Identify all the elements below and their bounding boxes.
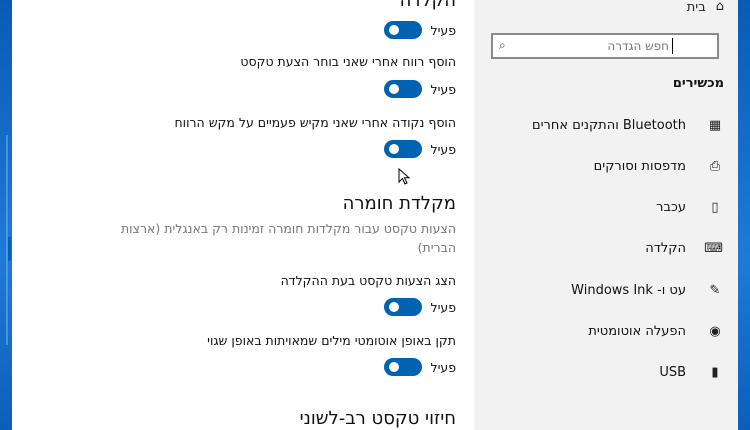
- sidebar-item-label: Bluetooth והתקנים אחרים: [532, 117, 686, 133]
- toggle-row-period-after-double-space: פעיל: [384, 139, 456, 159]
- desktop-background-left: [0, 0, 12, 430]
- usb-icon: ▮: [711, 364, 719, 380]
- search-placeholder: חפש הגדרה: [607, 39, 669, 53]
- sidebar-item-label: עט ו- Windows Ink: [571, 282, 686, 298]
- toggle-knob: [389, 25, 400, 35]
- toggle-row-space-after-suggestion: פעיל: [384, 79, 456, 99]
- show-suggestions-toggle[interactable]: [384, 298, 423, 316]
- period-after-double-space-label: הוסף נקודה אחרי שאני מקיש פעמיים על מקש …: [174, 115, 456, 130]
- toggle-state-label: פעיל: [430, 299, 456, 315]
- toggle-row-autocorrect: פעיל: [384, 357, 456, 377]
- nav-home[interactable]: ⌂ בית: [686, 0, 724, 15]
- autocorrect-toggle[interactable]: [384, 358, 423, 376]
- multilingual-heading: חיזוי טקסט רב-לשוני: [299, 408, 456, 429]
- section-typing-heading: הקלדה: [399, 0, 456, 11]
- mouse-cursor-icon: [398, 168, 411, 185]
- toggle-state-label: פעיל: [430, 22, 456, 38]
- sidebar: ⌂ בית חפש הגדרה ⌕ מכשירים ▦ Bluetooth וה…: [474, 0, 738, 430]
- mouse-icon: ▯: [711, 199, 719, 215]
- selected-item-indicator: [8, 237, 11, 261]
- period-after-double-space-toggle[interactable]: [384, 140, 423, 158]
- sidebar-item-label: עכבר: [656, 199, 686, 215]
- category-heading: מכשירים: [672, 76, 724, 91]
- sidebar-item-mouse[interactable]: ▯ עכבר: [474, 196, 738, 218]
- sidebar-item-autoplay[interactable]: ◉ הפעלה אוטומטית: [474, 320, 738, 342]
- settings-window: ⌂ בית חפש הגדרה ⌕ מכשירים ▦ Bluetooth וה…: [8, 0, 738, 430]
- desktop-background-right: [738, 0, 750, 430]
- toggle-knob: [389, 302, 400, 312]
- toggle-row-show-suggestions-touch: פעיל: [384, 20, 456, 40]
- sidebar-item-printers[interactable]: ⎙ מדפסות וסורקים: [474, 155, 738, 177]
- hardware-keyboard-description: הצעות טקסט עבור מקלדות חומרה זמינות רק ב…: [120, 221, 456, 255]
- text-caret: [672, 38, 673, 54]
- sidebar-item-typing[interactable]: ⌨ הקלדה: [474, 237, 738, 259]
- toggle-row-show-suggestions: פעיל: [384, 297, 456, 317]
- sidebar-item-label: הפעלה אוטומטית: [588, 323, 686, 339]
- sidebar-item-label: USB: [659, 364, 686, 380]
- toggle-knob: [389, 84, 400, 94]
- toggle-knob: [389, 144, 400, 154]
- toggle-state-label: פעיל: [430, 81, 456, 97]
- show-suggestions-label: הצג הצעות טקסט בעת ההקלדה: [280, 273, 456, 288]
- sidebar-item-label: מדפסות וסורקים: [593, 158, 686, 174]
- printer-icon: ⎙: [709, 158, 721, 174]
- autocorrect-label: תקן באופן אוטומטי מילים שמאויתות באופן ש…: [207, 333, 456, 348]
- sidebar-item-bluetooth[interactable]: ▦ Bluetooth והתקנים אחרים: [474, 114, 738, 136]
- space-after-suggestion-label: הוסף רווח אחרי שאני בוחר הצעת טקסט: [240, 54, 456, 69]
- toggle-switch[interactable]: [384, 21, 423, 39]
- hardware-keyboard-heading: מקלדת חומרה: [342, 193, 456, 214]
- sidebar-item-usb[interactable]: ▮ USB: [474, 361, 738, 383]
- autoplay-icon: ◉: [709, 323, 721, 339]
- main-content: הקלדה פעיל הוסף רווח אחרי שאני בוחר הצעת…: [12, 0, 474, 430]
- toggle-state-label: פעיל: [430, 359, 456, 375]
- home-icon: ⌂: [715, 0, 724, 14]
- space-after-suggestion-toggle[interactable]: [384, 80, 423, 98]
- pen-icon: ✎: [709, 282, 721, 298]
- bluetooth-devices-icon: ▦: [708, 117, 722, 133]
- search-icon[interactable]: ⌕: [499, 38, 506, 53]
- toggle-state-label: פעיל: [430, 141, 456, 157]
- toggle-knob: [389, 362, 400, 372]
- sidebar-item-label: הקלדה: [645, 240, 686, 256]
- search-input[interactable]: חפש הגדרה ⌕: [491, 33, 719, 59]
- nav-home-label: בית: [686, 0, 706, 15]
- sidebar-item-pen[interactable]: ✎ עט ו- Windows Ink: [474, 279, 738, 301]
- keyboard-icon: ⌨: [704, 240, 723, 256]
